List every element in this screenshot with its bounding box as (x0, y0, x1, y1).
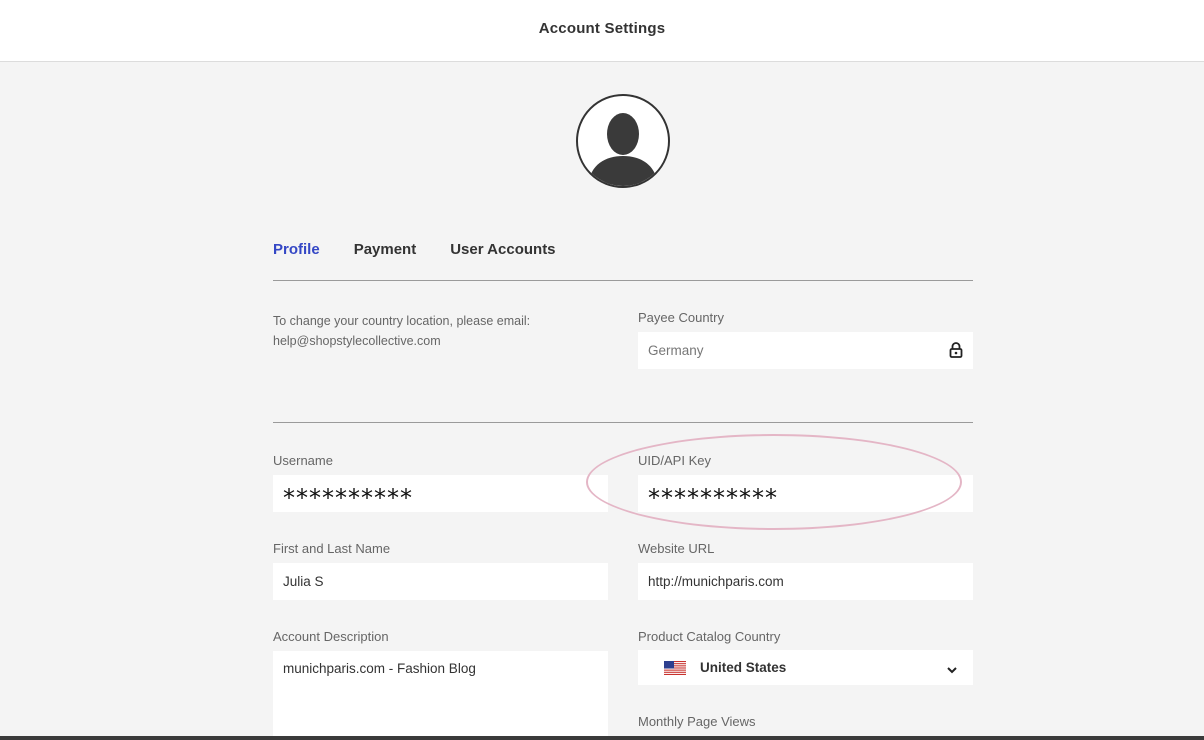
website-field[interactable]: http://munichparis.com (638, 563, 973, 600)
us-flag-icon (664, 660, 686, 675)
payee-country-value: Germany (648, 343, 704, 358)
top-bar: Account Settings (0, 0, 1204, 62)
username-field[interactable]: ********** (273, 475, 608, 512)
tab-profile[interactable]: Profile (273, 241, 320, 258)
username-label: Username (273, 453, 333, 468)
chevron-down-icon (947, 662, 957, 677)
description-value: munichparis.com - Fashion Blog (283, 661, 476, 676)
tab-payment[interactable]: Payment (354, 241, 417, 258)
username-value: ********** (283, 483, 413, 512)
website-label: Website URL (638, 541, 715, 556)
catalog-country-select[interactable]: United States (638, 650, 973, 685)
catalog-country-value: United States (700, 660, 787, 675)
description-field[interactable]: munichparis.com - Fashion Blog (273, 651, 608, 740)
bottom-edge (0, 736, 1204, 740)
payee-country-field: Germany (638, 332, 973, 369)
api-key-field[interactable]: ********** (638, 475, 973, 512)
name-field[interactable]: Julia S (273, 563, 608, 600)
avatar[interactable] (576, 94, 670, 188)
payee-country-label: Payee Country (638, 310, 724, 325)
api-key-value: ********** (648, 483, 778, 512)
user-silhouette-icon (588, 113, 658, 186)
description-label: Account Description (273, 629, 389, 644)
website-value: http://munichparis.com (648, 574, 784, 589)
tab-user-accounts[interactable]: User Accounts (450, 241, 555, 258)
settings-tabs: Profile Payment User Accounts (273, 241, 590, 258)
tabs-divider (273, 280, 973, 281)
catalog-country-label: Product Catalog Country (638, 629, 781, 644)
lock-icon (949, 342, 963, 361)
country-change-note: To change your country location, please … (273, 314, 531, 348)
name-value: Julia S (283, 574, 324, 589)
section-divider (273, 422, 973, 423)
api-key-label: UID/API Key (638, 453, 711, 468)
name-label: First and Last Name (273, 541, 391, 556)
monthly-views-label: Monthly Page Views (638, 714, 756, 729)
page-title: Account Settings (538, 20, 666, 37)
